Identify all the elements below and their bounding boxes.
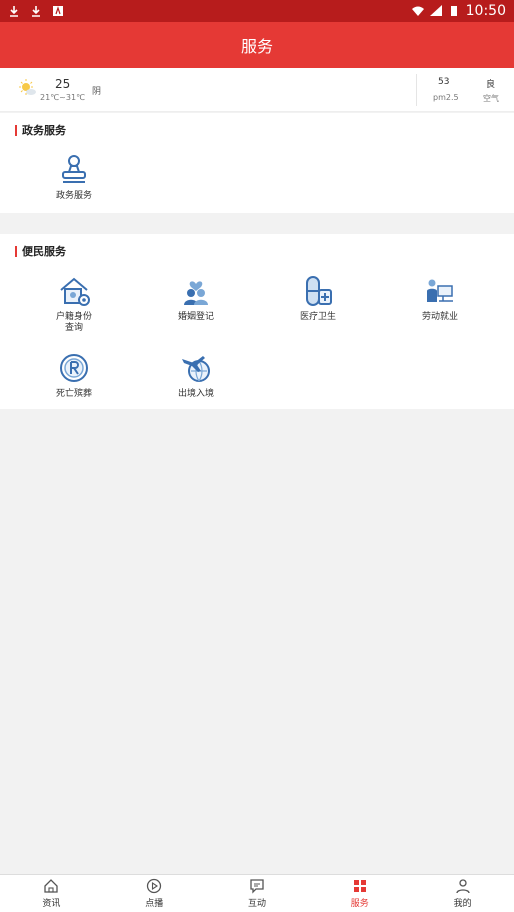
- air-quality-value: 良: [486, 80, 496, 90]
- item-label: 政务服务: [55, 191, 92, 201]
- item-label: 出境入境: [177, 389, 214, 399]
- download-icon: [10, 6, 18, 17]
- item-label: 劳动就业: [421, 312, 458, 322]
- tab-label: 资讯: [42, 899, 61, 909]
- signal-icon: [429, 5, 442, 16]
- tab-vod[interactable]: 点播: [103, 875, 206, 912]
- tab-label: 互动: [247, 899, 266, 909]
- home-icon: [44, 879, 59, 893]
- funeral-item[interactable]: 死亡殡葬: [24, 351, 124, 400]
- household-icon: [60, 277, 90, 306]
- app-notification-icon: [53, 6, 63, 16]
- employment-icon: [427, 279, 453, 302]
- travel-icon: [182, 356, 210, 382]
- weather-temp: 25: [55, 77, 71, 91]
- tab-label: 我的: [453, 899, 472, 909]
- section-title: 便民服务: [15, 246, 66, 257]
- page-title: 服务: [240, 37, 273, 56]
- funeral-icon: [60, 354, 88, 382]
- tab-news[interactable]: 资讯: [0, 875, 103, 912]
- bottom-tab-bar: 资讯 点播 互动 服务 我的: [0, 874, 514, 912]
- section-title: 政务服务: [15, 125, 66, 136]
- tab-service[interactable]: 服务: [308, 875, 411, 912]
- weather-bar[interactable]: 25 21℃~31℃ 阴 53 pm2.5 良 空气: [0, 68, 514, 112]
- chat-icon: [250, 879, 264, 894]
- tab-interact[interactable]: 互动: [206, 875, 309, 912]
- gov-services-item[interactable]: 政务服务: [24, 153, 124, 202]
- weather-range: 21℃~31℃: [40, 93, 86, 102]
- item-label: 户籍身份查询: [55, 312, 92, 333]
- weather-condition: 阴: [92, 87, 102, 97]
- service-icon: [353, 880, 366, 892]
- weather-cloudy-icon: [19, 79, 36, 95]
- medical-icon: [306, 276, 332, 306]
- item-label: 医疗卫生: [299, 312, 336, 322]
- wifi-icon: [411, 6, 424, 16]
- air-quality-label: 空气: [483, 94, 499, 103]
- user-icon: [455, 879, 470, 894]
- battery-icon: [450, 6, 457, 16]
- entry-exit-item[interactable]: 出境入境: [146, 351, 246, 400]
- item-label: 婚姻登记: [177, 312, 214, 322]
- weather-divider: [416, 74, 417, 106]
- household-id-item[interactable]: 户籍身份查询: [24, 274, 124, 334]
- pm25-value: 53: [438, 77, 450, 87]
- status-time: 10:50: [465, 3, 506, 19]
- download-icon: [32, 6, 40, 17]
- status-bar: 10:50: [0, 0, 514, 22]
- marriage-icon: [184, 281, 208, 305]
- tab-mine[interactable]: 我的: [411, 875, 514, 912]
- civil-services-section: 便民服务 户籍身份查询 婚姻登记 医疗卫生 劳动就业 死亡殡葬 出境入境: [0, 234, 514, 409]
- tab-label: 服务: [350, 899, 369, 909]
- gov-services-section: 政务服务 政务服务: [0, 113, 514, 213]
- pm25-label: pm2.5: [433, 93, 459, 102]
- labor-employment-item[interactable]: 劳动就业: [390, 274, 490, 323]
- tab-label: 点播: [145, 899, 164, 909]
- stamp-icon: [62, 155, 86, 183]
- marriage-registration-item[interactable]: 婚姻登记: [146, 274, 246, 323]
- page-header: 服务: [0, 22, 514, 68]
- play-icon: [147, 878, 162, 894]
- item-label: 死亡殡葬: [55, 389, 92, 399]
- medical-health-item[interactable]: 医疗卫生: [268, 274, 368, 323]
